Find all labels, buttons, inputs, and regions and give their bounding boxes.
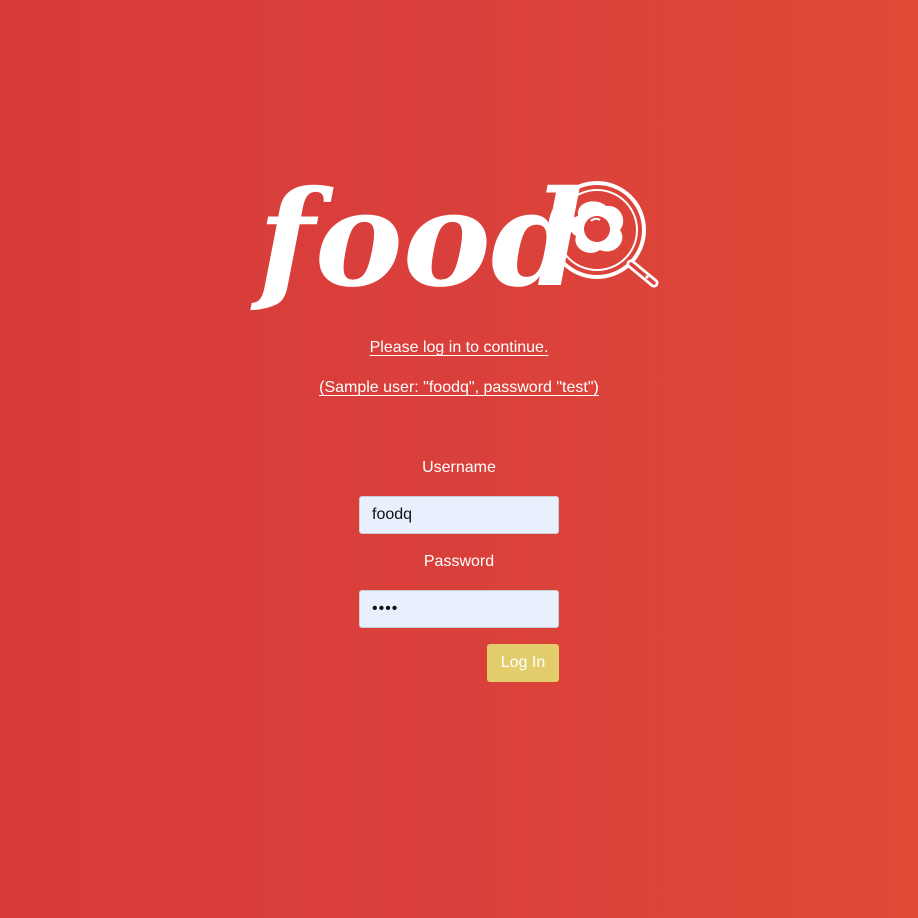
food-logo-svg: food	[250, 162, 659, 317]
logo-wordmark: food	[250, 162, 583, 317]
password-label: Password	[423, 553, 495, 570]
login-page: food Please log in to continue. (Sample …	[0, 0, 918, 918]
login-prompt-link[interactable]: Please log in to continue.	[370, 339, 549, 356]
username-label: Username	[422, 459, 496, 476]
food-logo: food	[250, 160, 670, 335]
password-field[interactable]	[359, 590, 559, 628]
username-field[interactable]	[359, 496, 559, 534]
login-button[interactable]: Log In	[487, 644, 559, 682]
sample-user-hint: (Sample user: "foodq", password "test")	[0, 379, 918, 397]
sample-user-link[interactable]: (Sample user: "foodq", password "test")	[319, 379, 599, 396]
login-prompt: Please log in to continue.	[0, 339, 918, 357]
